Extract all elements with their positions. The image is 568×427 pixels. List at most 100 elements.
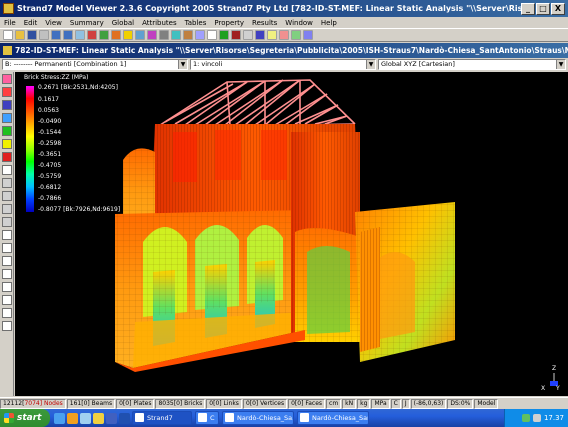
unit-temp[interactable]: C bbox=[390, 398, 401, 409]
graph-icon[interactable] bbox=[291, 30, 301, 40]
axis-icon[interactable] bbox=[255, 30, 265, 40]
contour-icon[interactable] bbox=[123, 30, 133, 40]
undo-icon[interactable] bbox=[51, 30, 61, 40]
info-icon[interactable] bbox=[303, 30, 313, 40]
menu-global[interactable]: Global bbox=[112, 19, 134, 27]
link-tool-icon[interactable] bbox=[2, 126, 12, 136]
status-vertices: 0[0] Vertices bbox=[242, 398, 288, 409]
menu-summary[interactable]: Summary bbox=[70, 19, 104, 27]
document-titlebar: 782-ID-ST-MEF: Linear Static Analysis "\… bbox=[0, 43, 568, 58]
freedom-case-select[interactable]: 1: vincoli ▼ bbox=[190, 59, 376, 70]
task-nardo-1[interactable]: Nardò-Chiesa_Sa... bbox=[222, 411, 294, 425]
minimize-button[interactable]: _ bbox=[521, 2, 535, 15]
menu-window[interactable]: Window bbox=[285, 19, 313, 27]
select-icon[interactable] bbox=[207, 30, 217, 40]
menu-view[interactable]: View bbox=[45, 19, 62, 27]
redo-icon[interactable] bbox=[63, 30, 73, 40]
settings-tool-icon[interactable] bbox=[2, 308, 12, 318]
result-tool-icon[interactable] bbox=[2, 139, 12, 149]
load-case-select[interactable]: B: -------- Permanenti [Combination 1] ▼ bbox=[2, 59, 188, 70]
show-icon[interactable] bbox=[219, 30, 229, 40]
volume-icon[interactable] bbox=[532, 414, 541, 422]
document-icon bbox=[3, 46, 12, 55]
rotate-icon[interactable] bbox=[87, 30, 97, 40]
axes-triad: Z X Y bbox=[541, 365, 560, 391]
start-button[interactable]: start bbox=[0, 409, 50, 427]
report-tool-icon[interactable] bbox=[2, 282, 12, 292]
light-icon[interactable] bbox=[267, 30, 277, 40]
view-side-icon[interactable] bbox=[2, 191, 12, 201]
table-icon[interactable] bbox=[2, 230, 12, 240]
unit-length[interactable]: cm bbox=[326, 398, 342, 409]
unit-energy[interactable]: J bbox=[401, 398, 410, 409]
maximize-button[interactable]: □ bbox=[536, 2, 550, 15]
brick-tool-icon[interactable] bbox=[2, 113, 12, 123]
animate-icon[interactable] bbox=[279, 30, 289, 40]
print-icon[interactable] bbox=[39, 30, 49, 40]
beam-icon[interactable] bbox=[159, 30, 169, 40]
result-selectors: B: -------- Permanenti [Combination 1] ▼… bbox=[0, 59, 568, 71]
chevron-down-icon[interactable]: ▼ bbox=[178, 60, 187, 69]
view-top-icon[interactable] bbox=[2, 204, 12, 214]
menu-edit[interactable]: Edit bbox=[24, 19, 38, 27]
unit-mass[interactable]: kg bbox=[357, 398, 371, 409]
results-icon[interactable] bbox=[111, 30, 121, 40]
word-icon[interactable] bbox=[119, 412, 130, 424]
chevron-down-icon[interactable]: ▼ bbox=[366, 60, 375, 69]
model-viewport[interactable]: Brick Stress:ZZ (MPa) 0.2671 [Bk:2531,Nd… bbox=[15, 72, 568, 396]
vector-tool-icon[interactable] bbox=[2, 165, 12, 175]
grid-icon[interactable] bbox=[243, 30, 253, 40]
export-tool-icon[interactable] bbox=[2, 295, 12, 305]
menu-file[interactable]: File bbox=[4, 19, 16, 27]
view-front-icon[interactable] bbox=[2, 178, 12, 188]
desktop-icon[interactable] bbox=[80, 412, 91, 424]
menu-attributes[interactable]: Attributes bbox=[142, 19, 177, 27]
outlook-icon[interactable] bbox=[106, 412, 117, 424]
clock[interactable]: 17.37 bbox=[544, 414, 564, 422]
legend-max: 0.2671 [Bk:2531,Nd:4205] bbox=[38, 84, 118, 91]
menu-tables[interactable]: Tables bbox=[185, 19, 207, 27]
chevron-down-icon[interactable]: ▼ bbox=[556, 60, 565, 69]
menu-help[interactable]: Help bbox=[321, 19, 337, 27]
link-icon[interactable] bbox=[195, 30, 205, 40]
marker-tool-icon[interactable] bbox=[2, 321, 12, 331]
plate-icon[interactable] bbox=[171, 30, 181, 40]
grid-tool-icon[interactable] bbox=[2, 243, 12, 253]
mesh-icon[interactable] bbox=[135, 30, 145, 40]
node-icon[interactable] bbox=[147, 30, 157, 40]
coord-system-select[interactable]: Global XYZ [Cartesian] ▼ bbox=[378, 59, 566, 70]
node-tool-icon[interactable] bbox=[2, 74, 12, 84]
unit-force[interactable]: kN bbox=[342, 398, 357, 409]
legend-level: -0.1544 bbox=[38, 129, 62, 136]
brick-icon[interactable] bbox=[183, 30, 193, 40]
open-folder-icon[interactable] bbox=[15, 30, 25, 40]
roof-truss bbox=[156, 79, 356, 128]
beam-tool-icon[interactable] bbox=[2, 87, 12, 97]
status-nodes: 12112[7074] Nodes bbox=[0, 398, 66, 409]
axis-x-label: X bbox=[541, 385, 545, 391]
task-nardo-2[interactable]: Nardò-Chiesa_San... bbox=[297, 411, 369, 425]
new-file-icon[interactable] bbox=[3, 30, 13, 40]
explorer-icon[interactable] bbox=[93, 412, 104, 424]
close-button[interactable]: X bbox=[551, 2, 565, 15]
media-icon[interactable] bbox=[67, 412, 78, 424]
contour-tool-icon[interactable] bbox=[2, 152, 12, 162]
unit-stress[interactable]: MPa bbox=[371, 398, 390, 409]
zoom-icon[interactable] bbox=[75, 30, 85, 40]
task-strand7[interactable]: Strand7 bbox=[132, 411, 192, 425]
chart-tool-icon[interactable] bbox=[2, 269, 12, 279]
view-iso-icon[interactable] bbox=[2, 217, 12, 227]
graph-tool-icon[interactable] bbox=[2, 256, 12, 266]
menu-results[interactable]: Results bbox=[252, 19, 277, 27]
network-icon[interactable] bbox=[521, 414, 530, 422]
menu-property[interactable]: Property bbox=[214, 19, 244, 27]
save-icon[interactable] bbox=[27, 30, 37, 40]
pan-icon[interactable] bbox=[99, 30, 109, 40]
windows-flag-icon bbox=[4, 413, 14, 423]
hide-icon[interactable] bbox=[231, 30, 241, 40]
status-faces: 0[0] Faces bbox=[288, 398, 326, 409]
plate-tool-icon[interactable] bbox=[2, 100, 12, 110]
window-title: Strand7 Model Viewer 2.3.6 Copyright 200… bbox=[17, 4, 521, 13]
ie-icon[interactable] bbox=[54, 412, 65, 424]
task-c[interactable]: C bbox=[195, 411, 219, 425]
